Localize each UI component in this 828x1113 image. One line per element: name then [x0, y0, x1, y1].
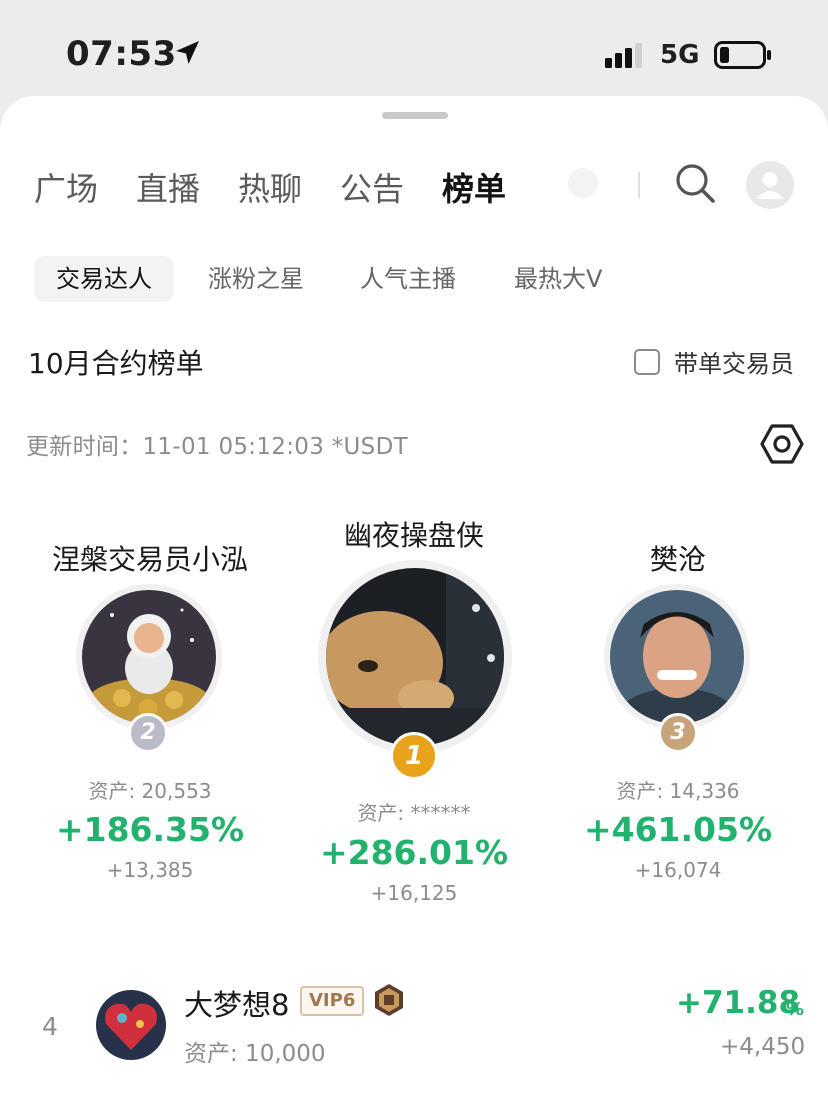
tab-overflow-fade [568, 168, 598, 198]
podium-second-avatar[interactable] [82, 590, 216, 724]
badge-icon [375, 984, 403, 1016]
sheet-grabber[interactable] [382, 112, 448, 119]
list-item-name[interactable]: 大梦想8 [184, 982, 289, 1024]
podium-first-rank-badge: 1 [390, 732, 438, 780]
podium-third-name[interactable]: 樊沧 [568, 538, 788, 578]
tab-leaderboard[interactable]: 榜单 [442, 164, 506, 210]
podium-second-asset: 资产: 20,553 [88, 779, 212, 803]
podium-first-name[interactable]: 幽夜操盘侠 [304, 514, 524, 554]
settings-icon[interactable] [760, 422, 804, 466]
network-label: 5G [660, 40, 700, 70]
lead-trader-checkbox[interactable] [634, 349, 660, 375]
list-item-percent-sign: % [786, 999, 805, 1020]
list-item-avatar[interactable] [96, 990, 166, 1060]
podium-second-rank-badge: 2 [128, 713, 168, 753]
tab-square[interactable]: 广场 [34, 164, 98, 210]
tab-divider [638, 172, 640, 198]
update-time: 更新时间：11-01 05:12:03 *USDT [26, 434, 408, 460]
subtab-hottest-v[interactable]: 最热大V [514, 256, 602, 302]
tab-hot-chat[interactable]: 热聊 [238, 164, 302, 210]
subtab-top-traders[interactable]: 交易达人 [34, 256, 174, 302]
list-rank-number: 4 [42, 1012, 58, 1041]
subtab-rising-stars[interactable]: 涨粉之星 [208, 256, 304, 302]
status-time: 07:53 [66, 34, 177, 74]
podium-first-avatar[interactable] [326, 568, 504, 746]
podium-third-rank-badge: 3 [658, 713, 698, 753]
list-item-percent: +71.88 [676, 985, 801, 1021]
list-item-asset: 资产: 10,000 [184, 1041, 326, 1067]
podium-third-asset: 资产: 14,336 [616, 779, 740, 803]
podium-second-percent: +186.35% [55, 810, 245, 849]
subtab-popular-hosts[interactable]: 人气主播 [360, 256, 456, 302]
podium-second-pnl: +13,385 [106, 858, 194, 882]
podium-third-percent: +461.05% [583, 810, 773, 849]
podium-second-name[interactable]: 涅槃交易员小泓 [40, 538, 260, 578]
podium-third-pnl: +16,074 [634, 858, 722, 882]
podium-first-pnl: +16,125 [370, 881, 458, 905]
search-icon[interactable] [672, 160, 718, 206]
podium-first-asset: 资产: ****** [357, 801, 471, 825]
location-arrow-icon [176, 41, 199, 64]
podium-third-avatar[interactable] [610, 590, 744, 724]
signal-icon [605, 43, 642, 68]
list-item-pnl: +4,450 [720, 1034, 806, 1060]
section-title: 10月合约榜单 [28, 347, 204, 380]
lead-trader-label[interactable]: 带单交易员 [674, 344, 794, 379]
battery-icon [714, 41, 771, 69]
tab-announcement[interactable]: 公告 [340, 164, 404, 210]
vip-badge: VIP6 [300, 986, 365, 1016]
tab-live[interactable]: 直播 [136, 164, 200, 210]
user-avatar-icon[interactable] [746, 161, 794, 209]
podium-first-percent: +286.01% [319, 833, 509, 872]
